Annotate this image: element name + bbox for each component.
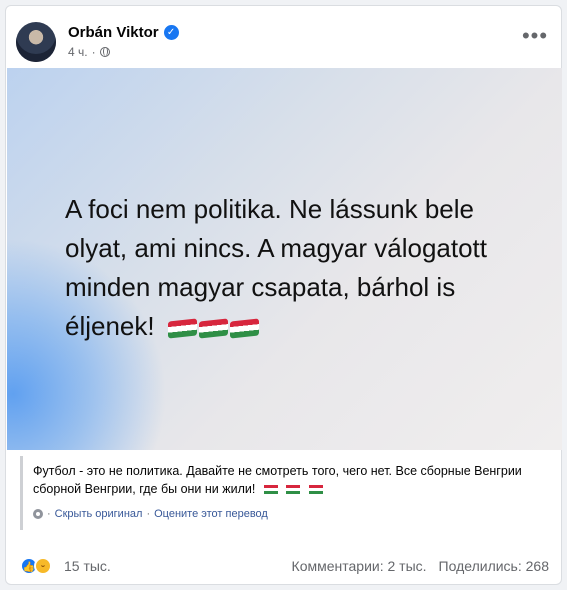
image-text: A foci nem politika. Ne lássunk bele oly… — [65, 194, 487, 341]
hungary-flag-icon — [308, 485, 323, 494]
more-options-icon[interactable]: ••• — [521, 25, 549, 50]
translation-text: Футбол - это не политика. Давайте не смо… — [33, 462, 538, 498]
translation-links: · Скрыть оригинал · Оцените этот перевод — [33, 508, 550, 520]
meta-separator: · — [91, 45, 96, 59]
show-original-link[interactable]: Скрыть оригинал — [55, 508, 143, 520]
translation-block: Футбол - это не политика. Давайте не смо… — [20, 456, 550, 530]
share-count[interactable]: Поделились: 268 — [439, 558, 549, 574]
hungary-flag-icon — [198, 318, 228, 339]
verified-badge-icon: ✓ — [163, 24, 179, 40]
post-card: Orbán Viktor ✓ 4 ч. · ••• A foci nem pol… — [5, 5, 562, 585]
post-footer: 👍 ᵕ 15 тыс. Комментарии: 2 тыс. Поделили… — [20, 554, 549, 578]
post-time[interactable]: 4 ч. — [68, 45, 88, 59]
author-line: Orbán Viktor ✓ — [68, 22, 179, 42]
image-quote: A foci nem politika. Ne lássunk bele oly… — [65, 190, 515, 346]
author-avatar[interactable] — [16, 22, 56, 62]
hungarian-flags — [167, 318, 259, 339]
hungary-flag-icon — [229, 318, 259, 339]
reaction-count[interactable]: 15 тыс. — [64, 558, 111, 574]
globe-icon[interactable] — [99, 47, 110, 57]
reaction-icons[interactable]: 👍 ᵕ — [20, 557, 58, 575]
hungary-flag-icon — [263, 485, 278, 494]
link-separator: · — [47, 508, 51, 520]
hungary-flag-icon — [167, 318, 197, 339]
link-separator: · — [146, 508, 151, 520]
rate-translation-link[interactable]: Оцените этот перевод — [154, 508, 268, 520]
comment-count[interactable]: Комментарии: 2 тыс. — [292, 558, 427, 574]
author-name[interactable]: Orbán Viktor — [68, 24, 159, 41]
haha-reaction-icon: ᵕ — [34, 557, 52, 575]
post-image[interactable]: A foci nem politika. Ne lássunk bele oly… — [7, 68, 562, 450]
post-header: Orbán Viktor ✓ 4 ч. · ••• — [16, 16, 551, 64]
hungary-flag-icon — [286, 485, 301, 494]
translated-sentence: Футбол - это не политика. Давайте не смо… — [33, 464, 522, 496]
post-meta: 4 ч. · — [68, 44, 110, 60]
gear-icon[interactable] — [33, 509, 43, 519]
